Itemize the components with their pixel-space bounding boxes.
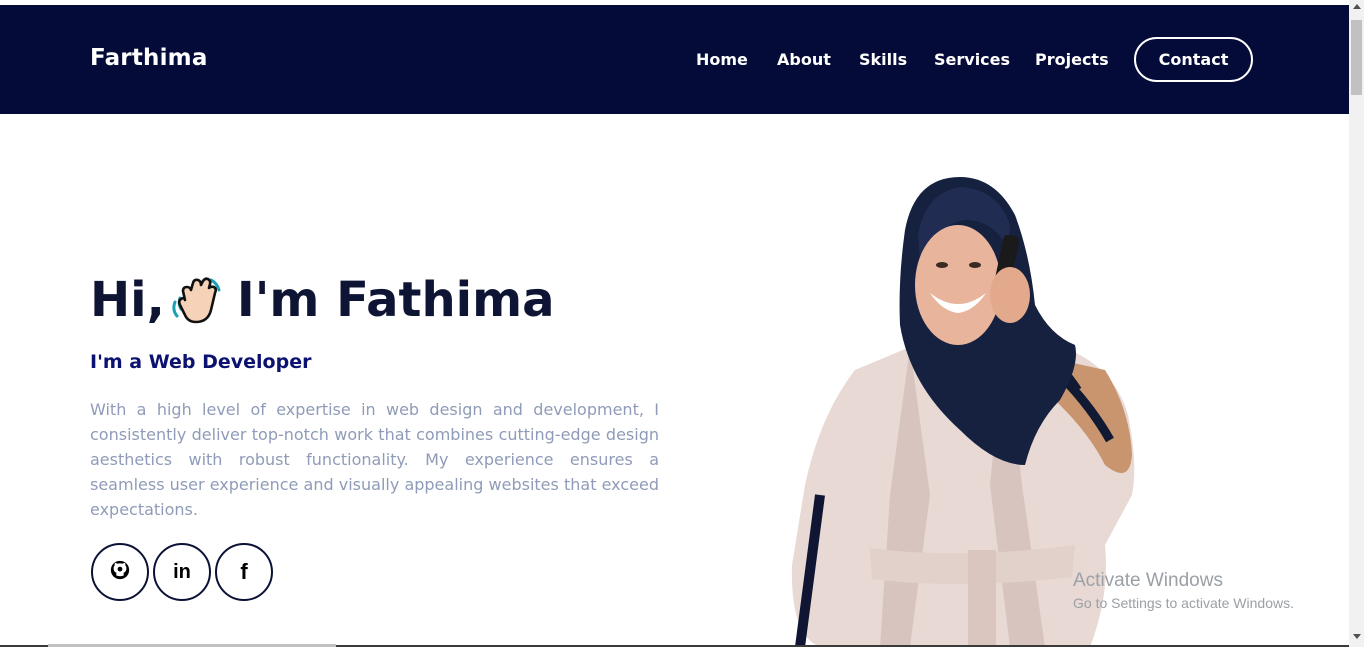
nav-projects[interactable]: Projects	[1035, 50, 1109, 69]
greeting-name: I'm Fathima	[236, 272, 555, 328]
linkedin-icon: in	[173, 560, 191, 583]
scrollbar-thumb[interactable]	[1351, 20, 1362, 95]
watermark-subtitle: Go to Settings to activate Windows.	[1073, 595, 1294, 611]
brand-logo[interactable]: Farthima	[90, 45, 208, 71]
watermark-title: Activate Windows	[1073, 570, 1223, 591]
activate-windows-watermark: Activate Windows Go to Settings to activ…	[1073, 570, 1294, 611]
hero-description: With a high level of expertise in web de…	[90, 400, 659, 519]
hero-heading: Hi, I'm Fathima	[90, 272, 554, 328]
waving-hand-icon	[169, 272, 225, 328]
scroll-up-arrow-icon[interactable]	[1353, 4, 1361, 9]
contact-button[interactable]: Contact	[1134, 37, 1253, 82]
nav-services[interactable]: Services	[934, 50, 1010, 69]
page: Farthima Home About Skills Services Proj…	[0, 0, 1364, 647]
linkedin-link[interactable]: in	[153, 543, 211, 601]
facebook-icon: f	[240, 559, 248, 584]
nav-home[interactable]: Home	[696, 50, 748, 69]
hero-subtitle: I'm a Web Developer	[90, 351, 312, 373]
scroll-down-arrow-icon[interactable]	[1353, 634, 1361, 639]
github-link[interactable]	[91, 543, 149, 601]
facebook-link[interactable]: f	[215, 543, 273, 601]
vertical-scrollbar[interactable]	[1349, 0, 1364, 647]
github-icon	[109, 559, 131, 585]
greeting-prefix: Hi,	[90, 272, 165, 328]
nav-skills[interactable]: Skills	[859, 50, 907, 69]
nav-about[interactable]: About	[777, 50, 831, 69]
navbar: Farthima Home About Skills Services Proj…	[0, 5, 1349, 114]
